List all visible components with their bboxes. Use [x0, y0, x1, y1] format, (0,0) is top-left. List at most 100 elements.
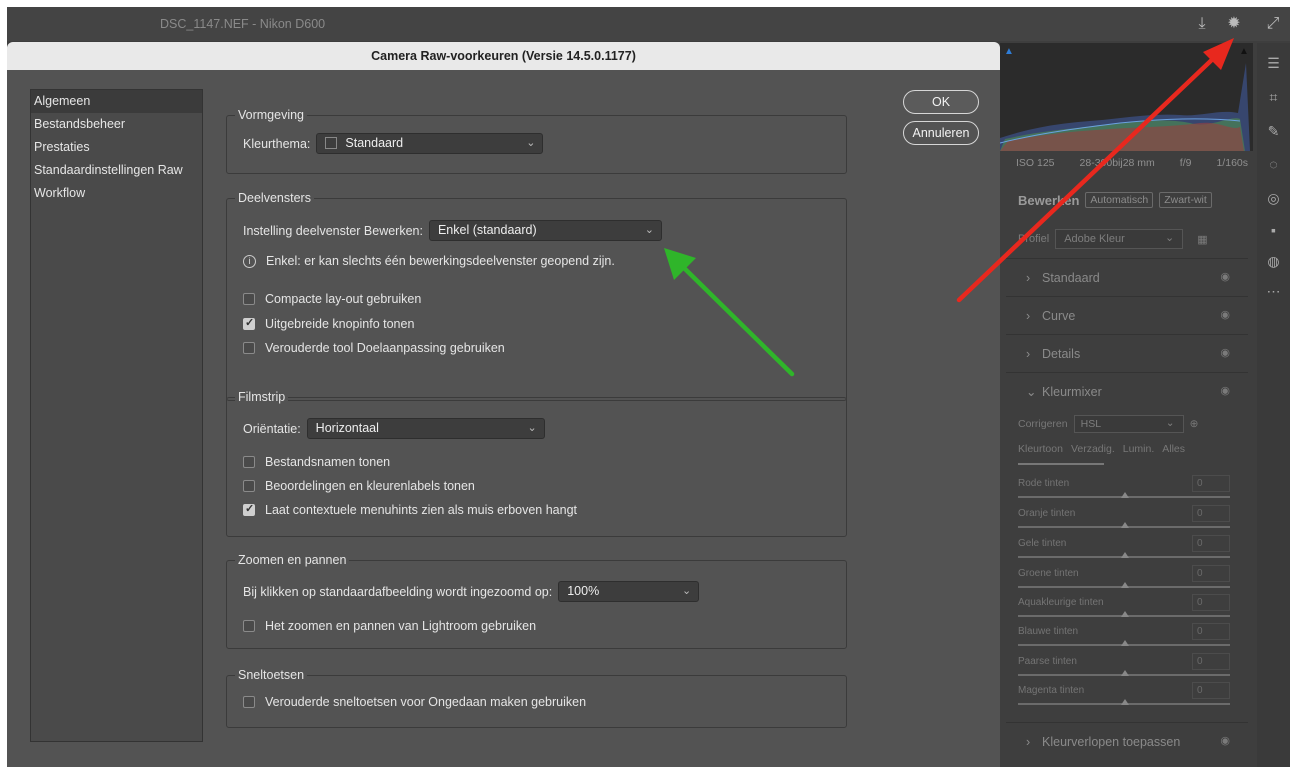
- slider-value[interactable]: 0: [1192, 653, 1230, 670]
- section-label: Standaard: [1042, 270, 1100, 285]
- checkbox[interactable]: [243, 456, 255, 468]
- eye-icon[interactable]: ◉: [1220, 346, 1230, 359]
- checkbox[interactable]: [243, 342, 255, 354]
- expand-icon[interactable]: ⤢: [1264, 15, 1282, 33]
- checkbox-label[interactable]: Beoordelingen en kleurenlabels tonen: [265, 479, 475, 493]
- slider-thumb[interactable]: [1121, 640, 1129, 646]
- ok-button[interactable]: OK: [903, 90, 979, 114]
- presets-icon[interactable]: ◍: [1265, 253, 1282, 270]
- correct-select[interactable]: HSL: [1073, 415, 1184, 433]
- checkbox-label[interactable]: Verouderde tool Doelaanpassing gebruiken: [265, 341, 505, 355]
- checkbox-label[interactable]: Laat contextuele menuhints zien als muis…: [265, 503, 577, 517]
- slider-thumb[interactable]: [1121, 611, 1129, 617]
- nav-item-bestandsbeheer[interactable]: Bestandsbeheer: [31, 113, 202, 136]
- checkbox-legacy-target-tool[interactable]: Verouderde tool Doelaanpassing gebruiken: [243, 341, 505, 355]
- slider-thumb[interactable]: [1121, 522, 1129, 528]
- slider-aquakleurige-tinten[interactable]: Aquakleurige tinten 0: [1018, 594, 1230, 624]
- nav-item-standaardinstellingen-raw[interactable]: Standaardinstellingen Raw: [31, 159, 202, 182]
- slider-rode-tinten[interactable]: Rode tinten 0: [1018, 475, 1230, 505]
- nav-item-algemeen[interactable]: Algemeen: [31, 90, 202, 113]
- edit-sliders-icon[interactable]: ☰: [1265, 55, 1282, 72]
- checkbox-label[interactable]: Uitgebreide knopinfo tonen: [265, 317, 414, 331]
- orientation-select[interactable]: Horizontaal ⌄: [306, 418, 545, 439]
- slider-value[interactable]: 0: [1192, 565, 1230, 582]
- panel-setting-label: Instelling deelvenster Bewerken:: [243, 223, 423, 238]
- slider-magenta-tinten[interactable]: Magenta tinten 0: [1018, 682, 1230, 712]
- checkbox-label[interactable]: Het zoomen en pannen van Lightroom gebru…: [265, 619, 536, 633]
- checkbox[interactable]: [243, 293, 255, 305]
- eye-icon[interactable]: ◉: [1220, 308, 1230, 321]
- slider-thumb[interactable]: [1121, 670, 1129, 676]
- zoom-select[interactable]: 100% ⌄: [558, 581, 700, 602]
- checkbox[interactable]: [243, 480, 255, 492]
- slider-blauwe-tinten[interactable]: Blauwe tinten 0: [1018, 623, 1230, 653]
- gear-icon[interactable]: ✹: [1225, 15, 1243, 33]
- redeye-icon[interactable]: ◎: [1265, 190, 1282, 207]
- theme-select[interactable]: Standaard ⌄: [316, 133, 544, 154]
- theme-row: Kleurthema: Standaard ⌄: [243, 133, 544, 154]
- chevron-down-icon: ⌄: [1026, 385, 1037, 399]
- eye-icon[interactable]: ◉: [1220, 734, 1230, 747]
- section-details[interactable]: › Details ◉: [1006, 334, 1248, 372]
- healing-icon[interactable]: ✎: [1265, 123, 1282, 140]
- checkbox-compact-layout[interactable]: Compacte lay-out gebruiken: [243, 292, 421, 306]
- checkbox-show-ratings[interactable]: Beoordelingen en kleurenlabels tonen: [243, 479, 475, 493]
- checkbox[interactable]: [243, 696, 255, 708]
- slider-value[interactable]: 0: [1192, 594, 1230, 611]
- checkbox[interactable]: [243, 502, 255, 516]
- checkbox-label[interactable]: Verouderde sneltoetsen voor Ongedaan mak…: [265, 695, 586, 709]
- slider-groene-tinten[interactable]: Groene tinten 0: [1018, 565, 1230, 595]
- more-icon[interactable]: ⋯: [1265, 283, 1282, 300]
- section-curve[interactable]: › Curve ◉: [1006, 296, 1248, 334]
- section-kleurmixer[interactable]: ⌄ Kleurmixer ◉: [1006, 372, 1248, 410]
- slider-value[interactable]: 0: [1192, 623, 1230, 640]
- theme-label: Kleurthema:: [243, 136, 311, 151]
- slider-thumb[interactable]: [1121, 699, 1129, 705]
- eye-icon[interactable]: ◉: [1220, 270, 1230, 283]
- eye-icon[interactable]: ◉: [1220, 384, 1230, 397]
- checkbox-label[interactable]: Compacte lay-out gebruiken: [265, 292, 421, 306]
- panel-setting-select[interactable]: Enkel (standaard) ⌄: [428, 220, 662, 241]
- slider-paarse-tinten[interactable]: Paarse tinten 0: [1018, 653, 1230, 683]
- checkbox[interactable]: [243, 316, 255, 330]
- checkbox-context-hints[interactable]: Laat contextuele menuhints zien als muis…: [243, 502, 577, 517]
- checkbox-lightroom-zoom[interactable]: Het zoomen en pannen van Lightroom gebru…: [243, 619, 536, 633]
- target-adjust-icon[interactable]: ⊕: [1190, 418, 1199, 430]
- black-white-button[interactable]: Zwart-wit: [1159, 192, 1212, 208]
- chevron-down-icon: ⌄: [527, 422, 537, 434]
- checkbox-legacy-undo-shortcuts[interactable]: Verouderde sneltoetsen voor Ongedaan mak…: [243, 695, 586, 709]
- section-standaard[interactable]: › Standaard ◉: [1006, 258, 1248, 296]
- checkbox[interactable]: [243, 620, 255, 632]
- checkbox-extended-tooltips[interactable]: Uitgebreide knopinfo tonen: [243, 316, 414, 331]
- section-kleurverlopen[interactable]: › Kleurverlopen toepassen ◉: [1006, 722, 1248, 760]
- profile-select[interactable]: Adobe Kleur: [1055, 229, 1184, 249]
- checkbox-show-filenames[interactable]: Bestandsnamen tonen: [243, 455, 390, 469]
- slider-gele-tinten[interactable]: Gele tinten 0: [1018, 535, 1230, 565]
- tab-luminantie[interactable]: Lumin.: [1123, 443, 1155, 455]
- profile-browser-icon[interactable]: ▦: [1197, 233, 1207, 246]
- nav-item-workflow[interactable]: Workflow: [31, 182, 202, 205]
- cancel-button[interactable]: Annuleren: [903, 121, 979, 145]
- mask-icon[interactable]: ◌: [1265, 156, 1282, 173]
- auto-button[interactable]: Automatisch: [1085, 192, 1154, 208]
- chevron-right-icon: ›: [1026, 308, 1031, 323]
- tab-verzadiging[interactable]: Verzadig.: [1071, 443, 1115, 455]
- slider-value[interactable]: 0: [1192, 505, 1230, 522]
- slider-thumb[interactable]: [1121, 552, 1129, 558]
- save-icon[interactable]: ⤓: [1193, 15, 1211, 33]
- slider-value[interactable]: 0: [1192, 475, 1230, 492]
- slider-value[interactable]: 0: [1192, 682, 1230, 699]
- tab-alles[interactable]: Alles: [1162, 443, 1185, 455]
- tool-strip: ☰ ⌗ ✎ ◌ ◎ ▪ ◍ ⋯: [1257, 43, 1290, 767]
- dialog-title: Camera Raw-voorkeuren (Versie 14.5.0.117…: [7, 42, 1000, 70]
- crop-icon[interactable]: ⌗: [1265, 89, 1282, 106]
- slider-value[interactable]: 0: [1192, 535, 1230, 552]
- slider-thumb[interactable]: [1121, 582, 1129, 588]
- slider-thumb[interactable]: [1121, 492, 1129, 498]
- checkbox-label[interactable]: Bestandsnamen tonen: [265, 455, 390, 469]
- tab-kleurtoon[interactable]: Kleurtoon: [1018, 443, 1063, 455]
- slider-oranje-tinten[interactable]: Oranje tinten 0: [1018, 505, 1230, 535]
- nav-item-prestaties[interactable]: Prestaties: [31, 136, 202, 159]
- section-label: Curve: [1042, 308, 1076, 323]
- snapshots-icon[interactable]: ▪: [1265, 222, 1282, 239]
